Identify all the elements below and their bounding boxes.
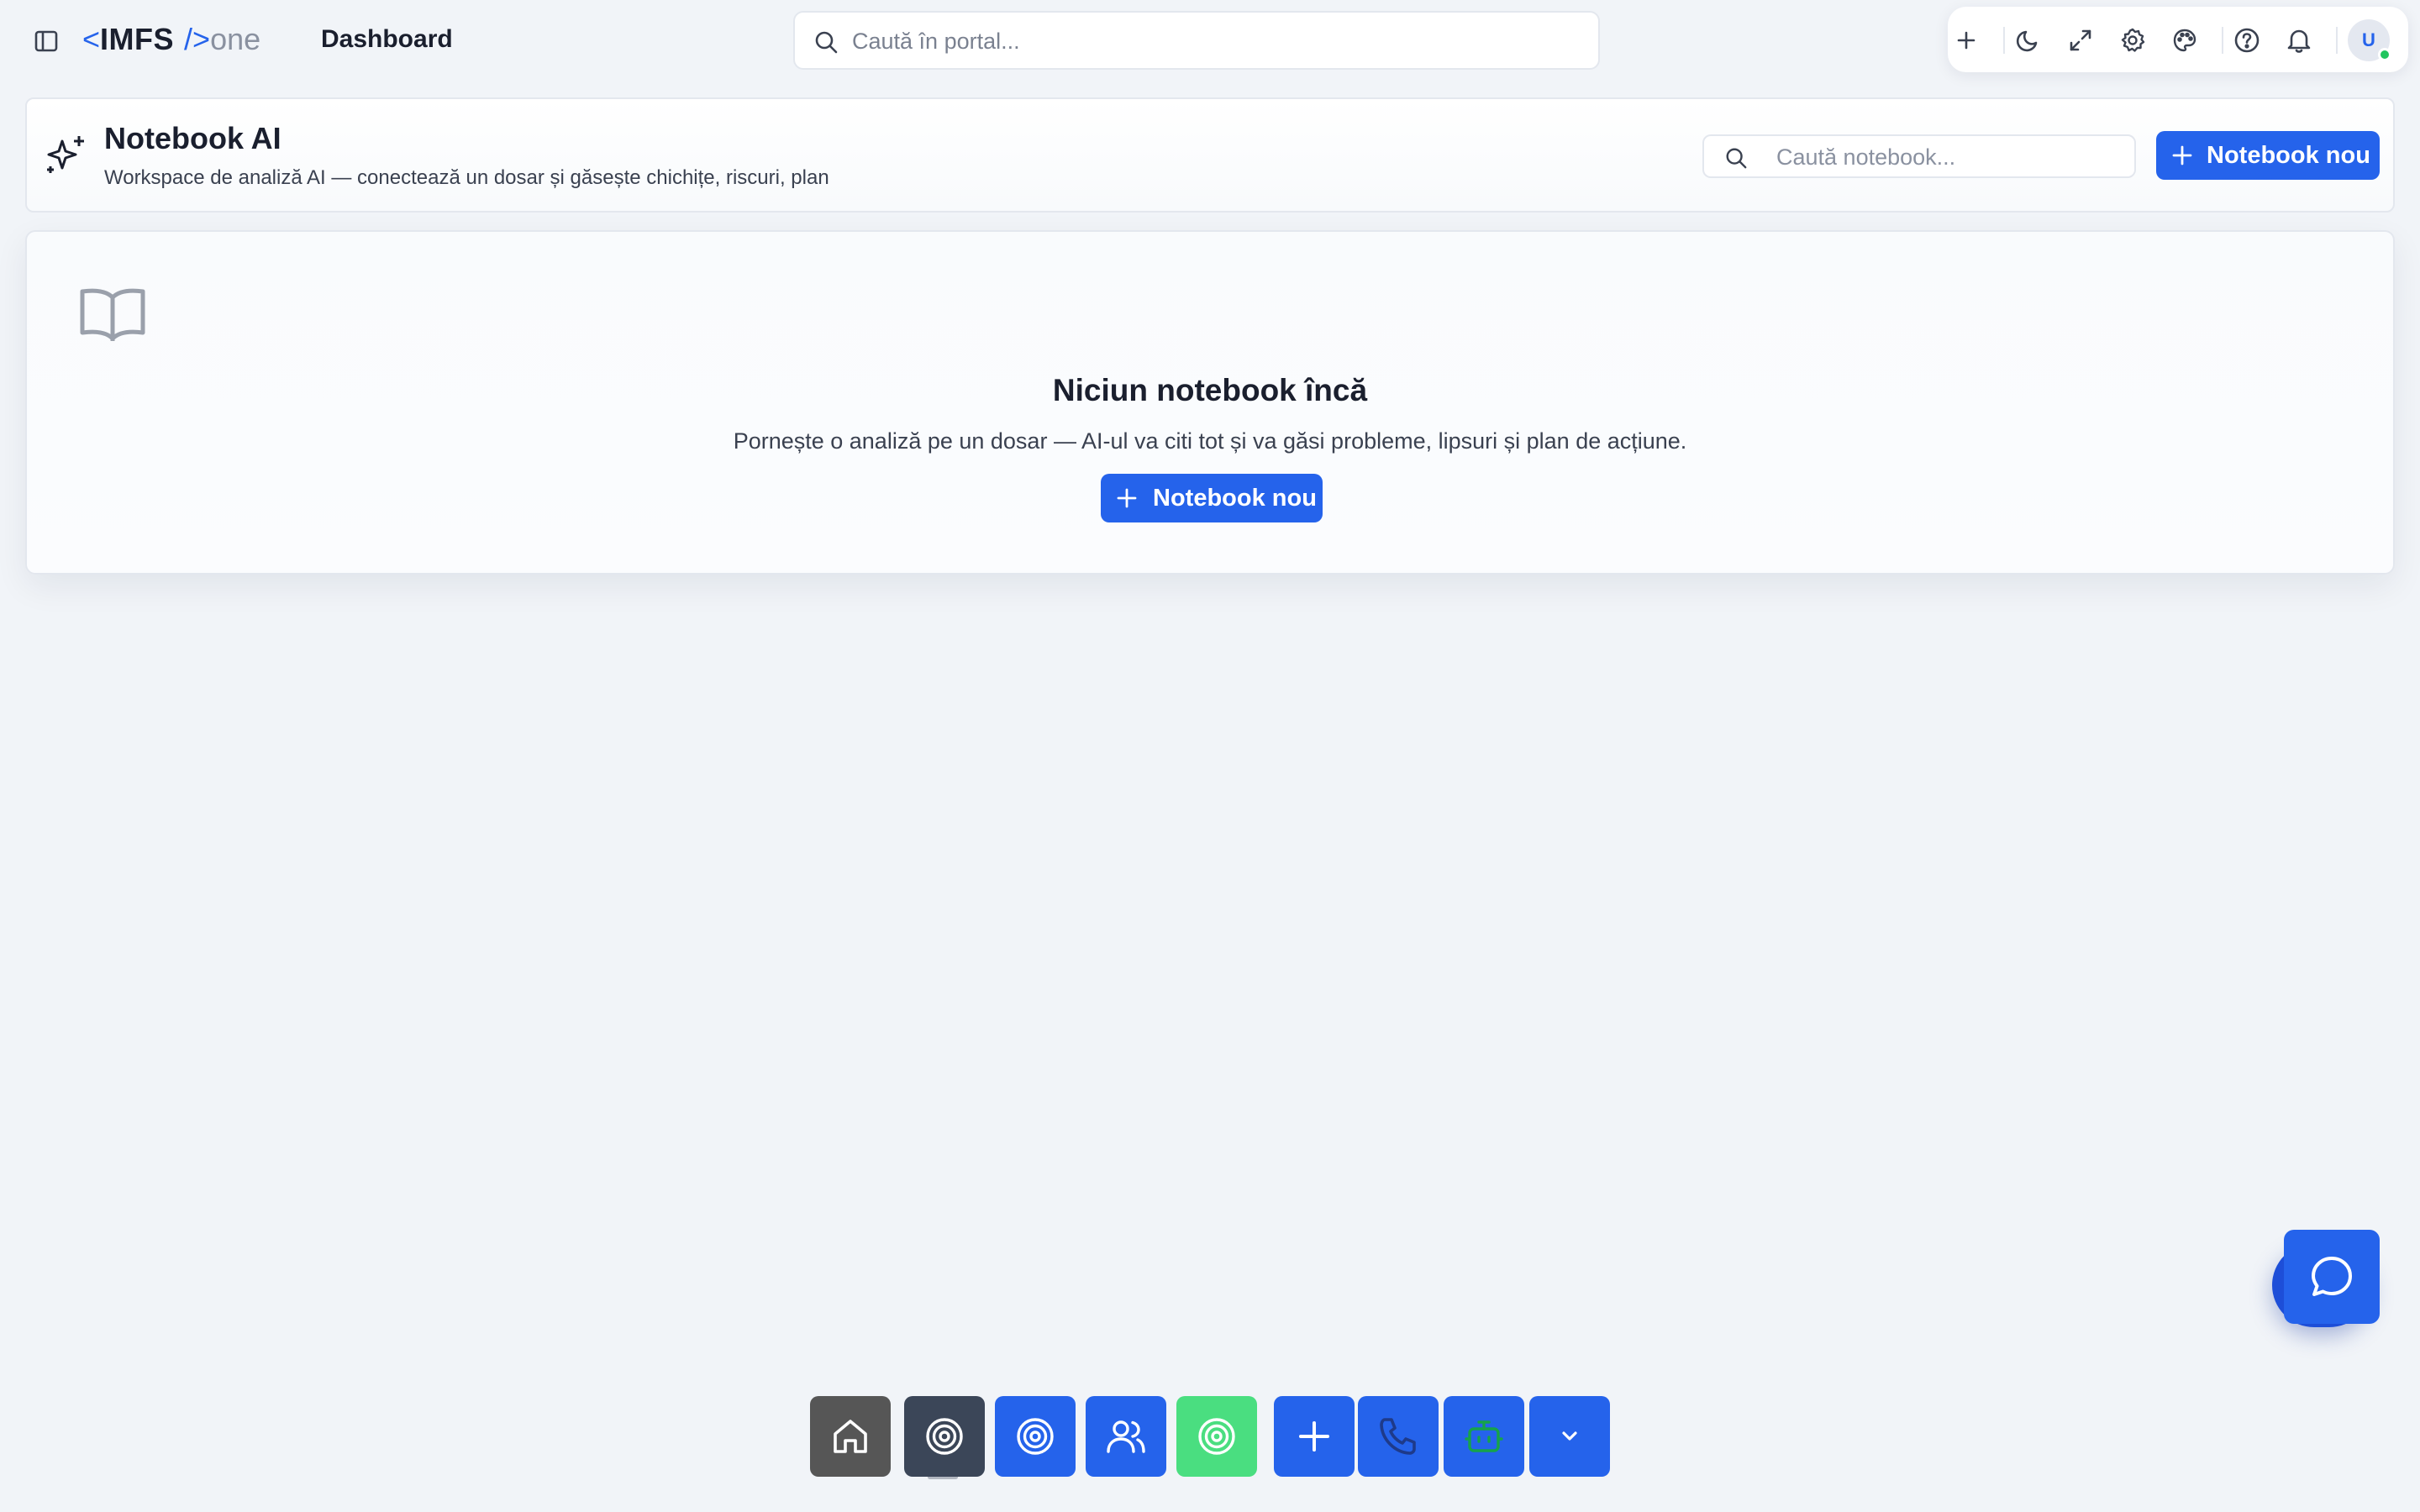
dock-add-button[interactable] (1274, 1396, 1355, 1477)
users-icon (1105, 1416, 1147, 1457)
plus-icon[interactable] (1949, 24, 1983, 57)
toolbar-divider (2222, 27, 2223, 54)
phone-icon (1377, 1415, 1419, 1457)
notebook-header: Notebook AI Workspace de analiză AI — co… (25, 97, 2395, 213)
dock-more-button[interactable] (1529, 1396, 1610, 1477)
empty-new-notebook-button[interactable]: Notebook nou (1101, 474, 1323, 522)
target-icon (1015, 1416, 1055, 1457)
app-logo[interactable]: < IMFS /> one (82, 22, 260, 60)
new-notebook-button[interactable]: Notebook nou (2156, 131, 2380, 180)
dock-home-button[interactable] (810, 1396, 891, 1477)
global-search-input[interactable] (852, 23, 1575, 60)
empty-state-description: Pornește o analiză pe un dosar — AI-ul v… (733, 428, 1687, 454)
dock-target-button[interactable] (995, 1396, 1076, 1477)
toolbar (1948, 7, 2408, 72)
notebook-search (1702, 134, 2136, 178)
help-icon[interactable] (2230, 24, 2264, 57)
online-status-dot (2378, 48, 2391, 61)
sparkles-icon (44, 133, 89, 178)
home-icon (830, 1416, 871, 1457)
dock-target-green-button[interactable] (1176, 1396, 1257, 1477)
moon-icon[interactable] (2012, 24, 2045, 57)
dock-phone-button[interactable] (1358, 1396, 1439, 1477)
logo-suffix: one (210, 22, 261, 56)
search-icon (1724, 146, 1748, 170)
bell-icon[interactable] (2282, 24, 2316, 57)
logo-brand: IMFS (100, 22, 175, 56)
book-open-icon (79, 286, 146, 344)
chat-button[interactable] (2284, 1230, 2380, 1324)
top-bar: < IMFS /> one Dashboard Caută în portal.… (0, 0, 2420, 81)
empty-state-title: Niciun notebook încă (1052, 373, 1368, 407)
toolbar-divider (2336, 27, 2338, 54)
dock-active-indicator (928, 1475, 958, 1479)
plus-icon (1297, 1420, 1331, 1453)
sidebar-toggle-icon[interactable] (29, 25, 64, 57)
logo-close: /> (184, 22, 211, 56)
notebook-title: Notebook AI (104, 121, 281, 155)
plus-icon (1116, 487, 1138, 509)
empty-state: Niciun notebook încă Pornește o analiză … (25, 230, 2395, 575)
dock-users-button[interactable] (1086, 1396, 1166, 1477)
target-icon (924, 1416, 965, 1457)
new-notebook-label: Notebook nou (2207, 141, 2370, 169)
dock-robot-button[interactable] (1444, 1396, 1524, 1477)
dock-target-button-active[interactable] (904, 1396, 985, 1477)
plus-icon (2171, 144, 2193, 166)
expand-icon[interactable] (2064, 24, 2097, 57)
toolbar-divider (2003, 27, 2005, 54)
page-title: Dashboard (321, 25, 453, 53)
target-icon (1197, 1416, 1237, 1457)
palette-icon[interactable] (2168, 24, 2202, 57)
chat-bubble-icon (2309, 1254, 2354, 1299)
notebook-search-input[interactable] (1776, 141, 2121, 173)
chevron-down-icon (1557, 1424, 1582, 1449)
notebook-subtitle: Workspace de analiză AI — conectează un … (104, 166, 829, 189)
search-icon (813, 29, 839, 55)
empty-new-notebook-label: Notebook nou (1153, 484, 1317, 512)
gear-icon[interactable] (2116, 24, 2149, 57)
global-search (793, 11, 1600, 70)
logo-open: < (82, 22, 101, 56)
robot-icon (1465, 1417, 1503, 1456)
